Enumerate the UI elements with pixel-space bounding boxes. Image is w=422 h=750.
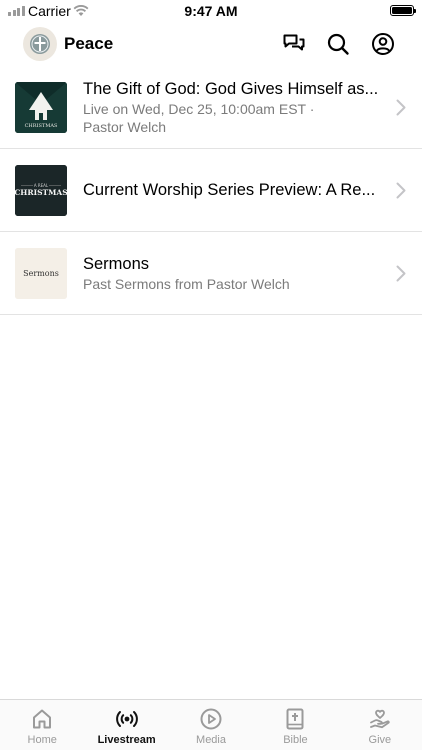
broadcast-icon [115,711,138,727]
bible-icon [286,708,304,730]
status-bar: Carrier 9:47 AM [0,0,422,22]
thumb-caption: CHRISTMAS [25,123,58,129]
item-title: Sermons [83,254,150,273]
thumb-caption: CHRISTMAS [15,188,67,197]
chevron-right-icon [396,265,406,282]
cross-emblem-icon [30,34,50,54]
home-icon [33,709,52,729]
tab-label: Give [368,734,392,746]
tab-home[interactable]: Home [0,700,84,750]
tab-label: Livestream [97,734,156,746]
search-icon[interactable] [326,32,350,56]
nav-header: Peace [0,24,422,64]
item-title: Current Worship Series Preview: A Re... [83,180,376,199]
tab-label: Home [27,734,57,746]
item-subtitle: Live on Wed, Dec 25, 10:00am EST · [83,100,315,117]
give-hand-icon [369,709,390,729]
list-item[interactable]: CHRISTMAS The Gift of God: God Gives Him… [0,66,422,149]
tab-livestream[interactable]: Livestream [84,700,168,750]
tab-label: Bible [283,734,308,746]
church-logo[interactable] [23,27,57,61]
livestream-list: CHRISTMAS The Gift of God: God Gives Him… [0,66,422,315]
chat-icon[interactable] [282,32,306,56]
tab-give[interactable]: Give [338,700,422,750]
tab-bible[interactable]: Bible [253,700,337,750]
list-item[interactable]: A REAL CHRISTMAS Current Worship Series … [0,149,422,232]
thumbnail: A REAL CHRISTMAS [15,165,67,216]
chevron-right-icon [396,99,406,116]
item-title: The Gift of God: God Gives Himself as... [83,79,379,98]
thumb-caption: Sermons [23,269,59,278]
tab-bar: Home Livestream Media Bible Give [0,699,422,750]
chevron-right-icon [396,182,406,199]
thumbnail: Sermons [15,248,67,299]
page-title: Peace [64,34,114,53]
profile-icon[interactable] [371,32,395,56]
thumbnail: CHRISTMAS [15,82,67,133]
item-subtitle: Past Sermons from Pastor Welch [83,275,290,292]
play-circle-icon [200,708,222,730]
list-item[interactable]: Sermons Sermons Past Sermons from Pastor… [0,232,422,315]
battery-icon [390,5,416,16]
status-time: 9:47 AM [184,3,238,19]
tab-media[interactable]: Media [169,700,253,750]
tab-label: Media [196,734,226,746]
item-subtitle-author: Pastor Welch [83,118,166,135]
